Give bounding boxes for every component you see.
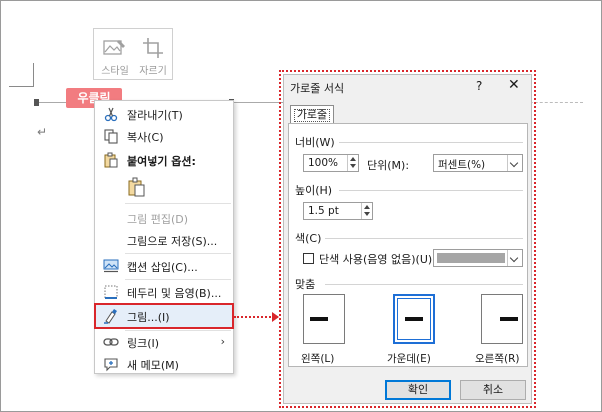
menu-insert-caption[interactable]: 캡션 삽입(C)... (95, 255, 233, 277)
menu-link[interactable]: 링크(I) › (95, 331, 233, 353)
scissors-icon (103, 106, 119, 122)
spinner-buttons[interactable] (347, 155, 358, 171)
solid-color-label: 단색 사용(음영 없음)(U) (319, 253, 433, 266)
menu-copy-label: 복사(C) (127, 131, 164, 144)
borders-icon (103, 284, 119, 300)
align-left-option[interactable] (303, 294, 345, 344)
spin-up-icon[interactable] (350, 157, 356, 161)
help-button[interactable]: ? (476, 79, 482, 93)
menu-insert-caption-label: 캡션 삽입(C)... (127, 261, 198, 274)
menu-picture-label: 그림...(I) (127, 311, 170, 324)
height-label: 높이(H) (295, 184, 333, 197)
margin-corner-vertical (33, 63, 34, 87)
cancel-button[interactable]: 취소 (460, 380, 526, 400)
paragraph-return-icon: ↵ (37, 125, 48, 139)
menu-paste-options: 붙여넣기 옵션: (95, 149, 233, 171)
unit-select[interactable]: 퍼센트(%) (433, 154, 523, 172)
menu-edit-picture: 그림 편집(D) (95, 207, 233, 229)
menu-edit-picture-label: 그림 편집(D) (127, 213, 189, 226)
copy-icon (103, 128, 119, 144)
dialog-title: 가로줄 서식 (290, 82, 345, 95)
spin-down-icon[interactable] (350, 164, 356, 168)
align-right-label: 오른쪽(R) (475, 353, 520, 365)
tab-focus-outline (294, 109, 330, 122)
menu-borders-shading[interactable]: 테두리 및 음영(B)... (95, 281, 233, 303)
menu-save-as-picture[interactable]: 그림으로 저장(S)... (95, 229, 233, 251)
tab-horizontal-line[interactable]: 가로줄 (290, 105, 334, 124)
spinner-buttons[interactable] (361, 203, 372, 219)
style-button[interactable]: 스타일 (96, 34, 134, 78)
spin-up-icon[interactable] (364, 205, 370, 209)
paste-picture-option[interactable] (125, 173, 155, 199)
width-spinner[interactable]: 100% (303, 154, 359, 172)
alignment-label: 맞춤 (295, 278, 316, 291)
menu-link-label: 링크(I) (127, 337, 160, 350)
width-label: 너비(W) (295, 136, 335, 149)
context-menu: 잘라내기(T) 복사(C) 붙여넣기 옵션: 그림 편집(D) 그림으로 저장(… (94, 100, 234, 374)
height-value: 1.5 pt (308, 205, 339, 217)
color-swatch (437, 253, 505, 263)
section-divider (325, 284, 523, 285)
height-spinner[interactable]: 1.5 pt (303, 202, 373, 220)
clipboard-icon (103, 152, 119, 168)
width-value: 100% (308, 157, 339, 169)
paste-picture-icon (127, 177, 147, 197)
section-divider (339, 190, 523, 191)
color-select[interactable] (433, 249, 523, 267)
margin-corner-horizontal (9, 86, 34, 87)
menu-cut[interactable]: 잘라내기(T) (95, 103, 233, 125)
picture-style-icon (96, 36, 134, 62)
menu-save-as-picture-label: 그림으로 저장(S)... (127, 235, 218, 248)
line-handle-left[interactable] (34, 99, 39, 106)
chevron-down-icon[interactable] (507, 155, 522, 171)
menu-separator (125, 203, 231, 204)
format-picture-icon (103, 308, 119, 324)
unit-value: 퍼센트(%) (438, 159, 486, 171)
align-right-option[interactable] (481, 294, 523, 344)
solid-color-checkbox[interactable] (303, 253, 314, 264)
menu-new-comment[interactable]: 새 메모(M) (95, 353, 233, 375)
menu-separator (125, 279, 231, 280)
color-label: 색(C) (295, 232, 322, 245)
chevron-down-icon[interactable] (507, 250, 522, 266)
align-right-preview (500, 317, 518, 321)
callout-arrowhead (272, 312, 279, 322)
menu-new-comment-label: 새 메모(M) (127, 359, 179, 372)
section-divider (339, 142, 523, 143)
menu-cut-label: 잘라내기(T) (127, 109, 183, 122)
align-center-label: 가운데(E) (387, 353, 431, 365)
dialog-panel: 너비(W) 100% 단위(M): 퍼센트(%) 높이(H) 1.5 pt 색(… (288, 123, 528, 367)
crop-label: 자르기 (139, 66, 167, 77)
format-horizontal-line-dialog: 가로줄 서식 ? ✕ 가로줄 너비(W) 100% 단위(M): 퍼센트(%) … (283, 74, 532, 404)
align-left-label: 왼쪽(L) (301, 353, 335, 365)
section-divider (325, 238, 523, 239)
mini-toolbar: 스타일 자르기 (93, 28, 173, 80)
menu-borders-shading-label: 테두리 및 음영(B)... (127, 287, 222, 300)
align-center-option[interactable] (393, 294, 435, 344)
close-icon[interactable]: ✕ (508, 77, 520, 93)
align-left-preview (310, 317, 328, 321)
caption-icon (103, 258, 119, 274)
link-icon (103, 334, 119, 350)
chevron-right-icon: › (220, 335, 225, 348)
menu-copy[interactable]: 복사(C) (95, 125, 233, 147)
crop-icon (134, 36, 172, 62)
ok-button[interactable]: 확인 (385, 380, 451, 400)
menu-separator (125, 253, 231, 254)
align-center-preview (405, 317, 423, 321)
style-label: 스타일 (101, 66, 129, 77)
unit-label: 단위(M): (367, 159, 410, 172)
spin-down-icon[interactable] (364, 212, 370, 216)
crop-button[interactable]: 자르기 (134, 34, 172, 78)
comment-icon (103, 356, 119, 372)
menu-picture[interactable]: 그림...(I) (94, 303, 234, 329)
menu-paste-options-label: 붙여넣기 옵션: (127, 155, 196, 168)
